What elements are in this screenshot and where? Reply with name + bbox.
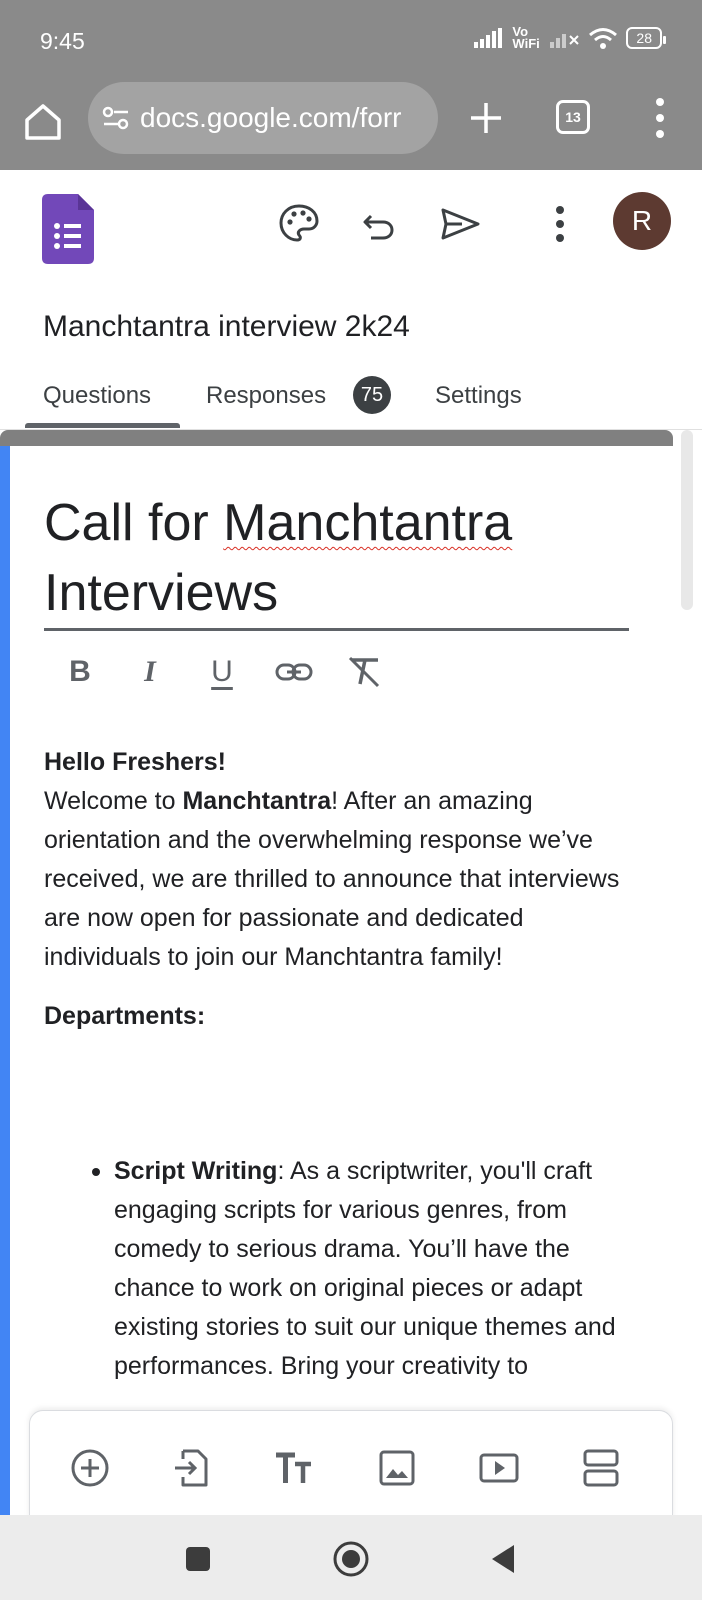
more-options-icon[interactable]: [538, 202, 582, 246]
address-bar[interactable]: docs.google.com/forr: [88, 82, 438, 154]
battery-icon: 28: [626, 27, 666, 49]
form-description[interactable]: Hello Freshers! Welcome to Manchtantra! …: [44, 743, 644, 1036]
site-settings-icon[interactable]: [102, 106, 130, 130]
departments-list: Script Writing: As a scriptwriter, you'l…: [92, 1152, 634, 1386]
list-item: Script Writing: As a scriptwriter, you'l…: [92, 1152, 634, 1386]
send-icon[interactable]: [438, 202, 482, 246]
heading-underline: [44, 628, 629, 631]
form-header-card[interactable]: Call for Manchtantra Interviews B I U He…: [0, 430, 673, 1515]
tab-responses[interactable]: Responses: [206, 382, 326, 410]
tab-switcher-button[interactable]: 13: [556, 100, 590, 134]
add-section-icon[interactable]: [580, 1447, 622, 1489]
new-tab-icon[interactable]: [466, 98, 506, 138]
status-icons: Vo WiFi 28: [474, 24, 666, 51]
form-title[interactable]: Manchtantra interview 2k24: [43, 310, 410, 344]
tab-settings[interactable]: Settings: [435, 382, 522, 410]
add-image-icon[interactable]: [376, 1447, 418, 1489]
bold-button[interactable]: B: [60, 650, 100, 694]
status-bar: 9:45 Vo WiFi 28: [0, 0, 702, 80]
signal-off-icon: [550, 34, 580, 48]
welcome-prefix: Welcome to: [44, 787, 176, 815]
add-video-icon[interactable]: [478, 1447, 520, 1489]
heading-word-manchtantra: Manchtantra: [223, 494, 513, 552]
departments-heading: Departments:: [44, 1002, 206, 1030]
back-icon[interactable]: [484, 1539, 524, 1579]
clear-formatting-icon[interactable]: [344, 650, 384, 694]
bullet-dot: [92, 1168, 100, 1176]
form-heading-input[interactable]: Call for Manchtantra Interviews: [44, 488, 634, 628]
account-avatar[interactable]: R: [613, 192, 671, 250]
recents-icon[interactable]: [178, 1539, 218, 1579]
home-icon[interactable]: [24, 102, 62, 142]
add-question-icon[interactable]: [69, 1447, 111, 1489]
heading-line-2: Interviews: [44, 564, 279, 622]
palette-icon[interactable]: [277, 202, 321, 246]
url-text: docs.google.com/forr: [140, 102, 402, 133]
greeting-text: Hello Freshers!: [44, 748, 227, 776]
scrollbar[interactable]: [681, 430, 693, 610]
responses-count-badge: 75: [353, 376, 391, 414]
more-vert-icon[interactable]: [650, 96, 670, 140]
browser-toolbar: docs.google.com/forr 13: [0, 80, 702, 170]
vowifi-label: Vo WiFi: [512, 24, 540, 51]
underline-button[interactable]: U: [202, 650, 242, 694]
system-nav-bar: [0, 1515, 702, 1600]
add-item-toolbar: [29, 1410, 673, 1520]
card-focus-indicator: [0, 446, 10, 1515]
welcome-brand: Manchtantra: [182, 787, 332, 815]
import-questions-icon[interactable]: [171, 1447, 213, 1489]
active-tab-indicator: [25, 423, 180, 428]
card-top-band: [0, 430, 673, 446]
forms-header: R Manchtantra interview 2k24 Questions R…: [0, 170, 702, 430]
department-name: Script Writing: [114, 1157, 278, 1185]
heading-word-call-for: Call for: [44, 494, 209, 552]
department-description: : As a scriptwriter, you'll craft engagi…: [114, 1157, 616, 1380]
google-forms-logo-icon[interactable]: [42, 194, 94, 264]
add-title-description-icon[interactable]: [273, 1447, 315, 1489]
wifi-icon: [589, 28, 618, 49]
italic-button[interactable]: I: [130, 650, 170, 694]
tab-questions[interactable]: Questions: [43, 382, 151, 410]
undo-icon[interactable]: [357, 202, 401, 246]
status-time: 9:45: [40, 28, 85, 54]
link-icon[interactable]: [274, 650, 314, 694]
home-nav-icon[interactable]: [331, 1539, 371, 1579]
signal-icon: [474, 28, 503, 48]
